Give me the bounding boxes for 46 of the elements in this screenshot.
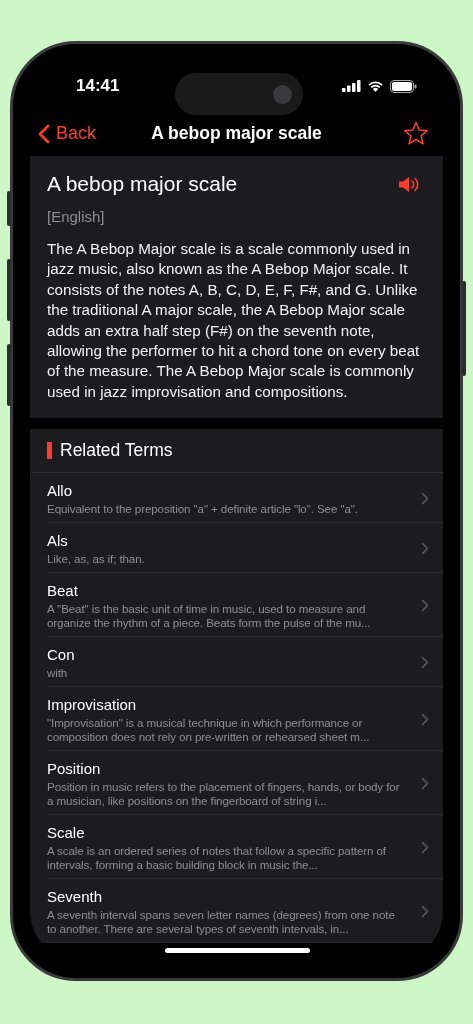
- related-term: Allo: [47, 481, 73, 502]
- status-time: 14:41: [76, 76, 121, 96]
- wifi-icon: [367, 80, 384, 92]
- chevron-icon: [421, 713, 429, 727]
- related-term: Position: [47, 759, 102, 780]
- term-description: A seventh interval spans seven letter names (degrees) from one note to another. There are several types of seventh intervals, in...: [47, 908, 396, 937]
- chevron-icon: [421, 841, 429, 855]
- term-description: A "Beat" is the basic unit of time in music, used to measure and organize the rhythm of a piece. Beats form the pulse of the mu...: [47, 602, 372, 631]
- speaker-icon[interactable]: [398, 175, 419, 193]
- accent-bar: [47, 442, 52, 460]
- term-title: A bebop major scale: [47, 172, 238, 196]
- related-term-item[interactable]: Allo Equivalent to the preposition "a" + definite article "lo". See "a".: [47, 473, 443, 524]
- related-term-item[interactable]: Position Position in music refers to the placement of fingers, hands, or body for a musician, like positions on the fingerboard of string i...: [47, 751, 443, 816]
- section-title: Related Terms: [60, 440, 173, 462]
- language-label: [English]: [47, 208, 106, 225]
- related-term: Con: [47, 645, 76, 666]
- term-description: Like, as, as if; than.: [47, 552, 146, 567]
- related-term: Seventh: [47, 887, 104, 908]
- term-description: Equivalent to the preposition "a" + definite article "lo". See "a".: [47, 502, 359, 517]
- related-term-item[interactable]: Seventh A seventh interval spans seven letter names (degrees) from one note to another. There are several types of seventh intervals, in...: [47, 879, 443, 944]
- related-term: Beat: [47, 581, 79, 602]
- chevron-icon: [421, 599, 429, 613]
- chevron-icon: [421, 542, 429, 556]
- chevron-icon: [421, 656, 429, 670]
- back-button[interactable]: Back: [38, 123, 97, 144]
- back-chevron-icon: [38, 123, 50, 144]
- term-description: A scale is an ordered series of notes that follow a specific pattern of intervals, forming a basic building block in music the...: [47, 844, 387, 873]
- term-description: with: [47, 666, 69, 681]
- chevron-icon: [421, 492, 429, 506]
- related-term-item[interactable]: Als Like, as, as if; than.: [47, 523, 443, 574]
- definition-text: The A Bebop Major scale is a scale commonly used in jazz music, also known as the A Bebop Major scale. It consists of the notes A, B, C, D, E, F, F#, and G. Unlike the traditional A major scale, the A Bebop Major scale adds an extra half step (F#) on the seventh note, allowing the performer to hit a chord tone on every beat of the measure. The A Bebop Major scale is commonly used in jazz improvisation and compositions.: [47, 239, 421, 402]
- battery-icon: [390, 79, 417, 93]
- related-term: Als: [47, 531, 69, 552]
- related-term-item[interactable]: Beat A "Beat" is the basic unit of time in music, used to measure and organize the rhythm of a piece. Beats form the pulse of the mu...: [47, 573, 443, 638]
- related-term-item[interactable]: Scale A scale is an ordered series of notes that follow a specific pattern of intervals, forming a basic building block in music the...: [47, 815, 443, 880]
- term-description: Position in music refers to the placement of fingers, hands, or body for a musician, like positions on the fingerboard of string i...: [47, 780, 401, 809]
- related-term-item[interactable]: Improvisation "Improvisation" is a musical technique in which performance or composition does not rely on pre-written or rehearsed sheet m...: [47, 687, 443, 752]
- signal-icon: [342, 80, 361, 92]
- term-description: "Improvisation" is a musical technique in which performance or composition does not rely on pre-written or rehearsed sheet m...: [47, 716, 371, 745]
- chevron-icon: [421, 905, 429, 919]
- related-term: Improvisation: [47, 695, 138, 716]
- related-term-item[interactable]: Con with: [47, 637, 443, 688]
- chevron-icon: [421, 777, 429, 791]
- star-icon[interactable]: [403, 121, 429, 146]
- nav-title: A bebop major scale: [151, 123, 322, 143]
- related-term: Scale: [47, 823, 86, 844]
